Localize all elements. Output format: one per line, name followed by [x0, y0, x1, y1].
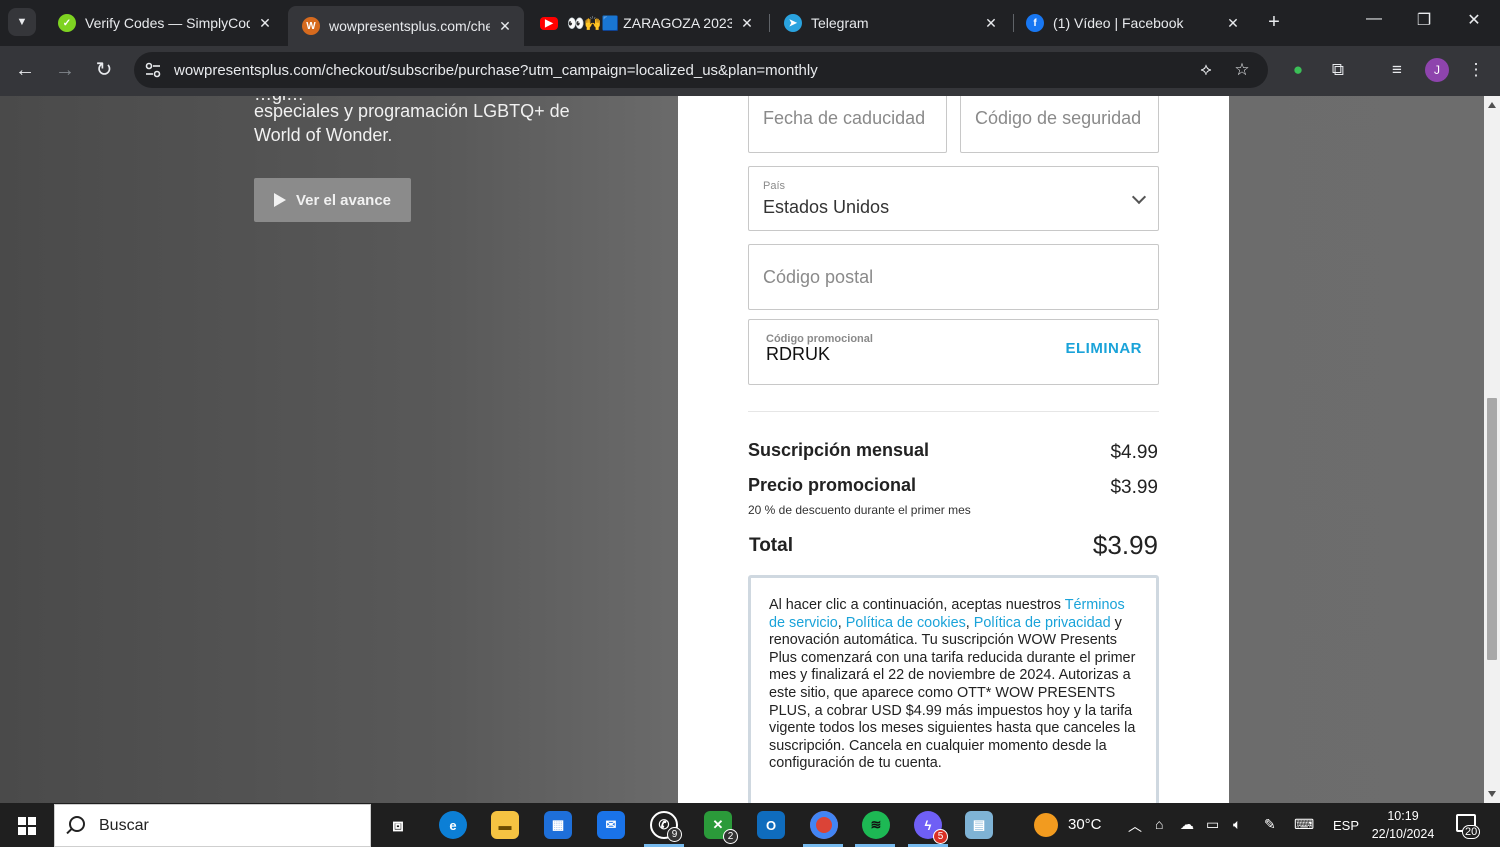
task-view-icon[interactable]: ⧈: [384, 811, 412, 839]
xbox-icon[interactable]: ✕ 2: [704, 811, 738, 844]
microsoft-store-icon[interactable]: ▦: [544, 811, 572, 839]
bookmark-star-icon[interactable]: ☆: [1232, 61, 1252, 79]
url-text: wowpresentsplus.com/checkout/subscribe/p…: [174, 61, 818, 79]
keyboard-icon[interactable]: ⌨: [1294, 816, 1314, 833]
outlook-icon[interactable]: O: [757, 811, 785, 839]
weather-temperature[interactable]: 30°C: [1068, 816, 1102, 833]
scroll-down-arrow-icon[interactable]: [1488, 791, 1496, 797]
page-viewport: …gl… especiales y programación LGBTQ+ de…: [0, 96, 1484, 803]
summary-divider: [748, 411, 1159, 412]
wow-icon: W: [302, 17, 320, 35]
chrome-menu-icon[interactable]: ⋮: [1465, 59, 1487, 81]
minimize-icon[interactable]: —: [1362, 10, 1386, 28]
site-settings-icon[interactable]: [144, 61, 162, 79]
translate-icon[interactable]: ⟡: [1196, 61, 1216, 79]
total-price: $3.99: [1092, 530, 1158, 560]
messenger-icon[interactable]: ϟ5: [914, 811, 948, 844]
spotify-icon[interactable]: ≋: [862, 811, 890, 839]
reload-icon[interactable]: ↻: [92, 58, 116, 82]
scroll-thumb[interactable]: [1487, 398, 1497, 660]
clock-date: 22/10/2024: [1371, 827, 1435, 841]
address-bar[interactable]: wowpresentsplus.com/checkout/subscribe/p…: [134, 52, 1268, 88]
close-window-icon[interactable]: ✕: [1462, 10, 1486, 30]
close-tab-icon[interactable]: ✕: [256, 15, 274, 32]
windows-taskbar: Buscar ⧈ e ▬ ▦ ✉ ✆ 9 ✕ 2 O ≋ ϟ5 ▤ 30°C ︿ ⌂…: [0, 803, 1500, 847]
scroll-up-arrow-icon[interactable]: [1488, 102, 1496, 108]
postal-code-field[interactable]: Código postal: [748, 244, 1159, 310]
page-scrollbar[interactable]: [1484, 96, 1500, 803]
show-hidden-icons-icon[interactable]: ︿: [1128, 816, 1142, 836]
chrome-icon[interactable]: [810, 811, 838, 839]
total-label: Total: [749, 535, 793, 556]
new-tab-button[interactable]: +: [1264, 12, 1284, 32]
facebook-icon: f: [1026, 14, 1044, 32]
close-tab-icon[interactable]: ✕: [1224, 15, 1242, 32]
youtube-icon: ▶: [540, 16, 558, 30]
notepad-icon[interactable]: ▤: [965, 811, 993, 839]
security-code-field[interactable]: Código de seguridad: [960, 96, 1159, 153]
close-tab-icon[interactable]: ✕: [738, 15, 756, 32]
country-label: País: [763, 180, 786, 192]
extension-green-icon[interactable]: ●: [1287, 59, 1309, 81]
country-value: Estados Unidos: [763, 197, 890, 217]
language-indicator[interactable]: ESP: [1333, 818, 1359, 833]
telegram-icon: ➤: [784, 14, 802, 32]
checkout-panel: Fecha de caducidad Código de seguridad P…: [678, 96, 1229, 803]
usb-icon[interactable]: ⌂: [1155, 816, 1163, 832]
pen-icon[interactable]: ✎: [1264, 816, 1276, 833]
windows-start-icon[interactable]: [18, 817, 36, 835]
forward-icon[interactable]: →: [53, 58, 77, 82]
mail-icon[interactable]: ✉: [597, 811, 625, 839]
privacy-policy-link[interactable]: Política de privacidad: [974, 615, 1111, 631]
restore-icon[interactable]: ❐: [1412, 10, 1436, 30]
search-icon: [69, 816, 85, 832]
watch-trailer-button[interactable]: Ver el avance: [254, 178, 411, 222]
play-icon: [273, 193, 286, 207]
promo-note: 20 % de descuento durante el primer mes: [748, 503, 971, 517]
simplycodes-icon: ✓: [58, 14, 76, 32]
expiry-date-field[interactable]: Fecha de caducidad: [748, 96, 947, 153]
tab-youtube[interactable]: ▶ 👀🙌🟦 ZARAGOZA 2023 F ✕: [526, 6, 766, 40]
taskbar-search-input[interactable]: Buscar: [54, 804, 371, 847]
media-control-icon[interactable]: ≡: [1386, 59, 1408, 81]
terms-box: Al hacer clic a continuación, aceptas nu…: [748, 575, 1159, 803]
volume-icon[interactable]: 🔈︎: [1233, 816, 1241, 833]
clock-time: 10:19: [1387, 809, 1419, 823]
profile-avatar[interactable]: J: [1425, 58, 1449, 82]
file-explorer-icon[interactable]: ▬: [491, 811, 519, 839]
tab-strip: ▼ ✓ Verify Codes — SimplyCodes ✕ W wowpr…: [0, 0, 1500, 46]
tab-telegram[interactable]: ➤ Telegram ✕: [770, 6, 1010, 40]
edge-icon[interactable]: e: [439, 811, 467, 839]
chevron-down-icon: [1131, 189, 1147, 205]
cookie-policy-link[interactable]: Política de cookies: [846, 615, 966, 631]
tab-wowpresentsplus[interactable]: W wowpresentsplus.com/checkout ✕: [288, 6, 524, 46]
tab-search-button[interactable]: ▼: [8, 8, 36, 36]
promo-price: $3.99: [1110, 477, 1158, 498]
close-tab-icon[interactable]: ✕: [496, 18, 514, 35]
subscription-price: $4.99: [1110, 442, 1158, 463]
promo-code-value: RDRUK: [766, 344, 831, 364]
back-icon[interactable]: ←: [13, 58, 37, 82]
browser-toolbar: ← → ↻ wowpresentsplus.com/checkout/subsc…: [0, 46, 1500, 96]
weather-icon[interactable]: [1034, 813, 1058, 837]
tab-facebook[interactable]: f (1) Vídeo | Facebook ✕: [1012, 6, 1252, 40]
country-select[interactable]: País Estados Unidos: [748, 166, 1159, 231]
whatsapp-icon[interactable]: ✆ 9: [650, 811, 682, 842]
network-icon[interactable]: ▭: [1206, 816, 1219, 833]
remove-promo-button[interactable]: ELIMINAR: [1066, 340, 1143, 357]
hero-description: especiales y programación LGBTQ+ de Worl…: [254, 101, 570, 145]
onedrive-icon[interactable]: ☁: [1180, 816, 1194, 833]
subscription-label: Suscripción mensual: [748, 440, 930, 460]
close-tab-icon[interactable]: ✕: [982, 15, 1000, 32]
promo-price-label: Precio promocional: [748, 475, 917, 495]
promo-code-field[interactable]: Código promocional RDRUK ELIMINAR: [748, 319, 1159, 385]
tab-simplycodes[interactable]: ✓ Verify Codes — SimplyCodes ✕: [44, 6, 284, 40]
notification-count: 20: [1462, 825, 1481, 839]
extensions-puzzle-icon[interactable]: ⧉: [1327, 59, 1349, 81]
taskbar-clock[interactable]: 10:19 22/10/2024: [1368, 807, 1438, 843]
